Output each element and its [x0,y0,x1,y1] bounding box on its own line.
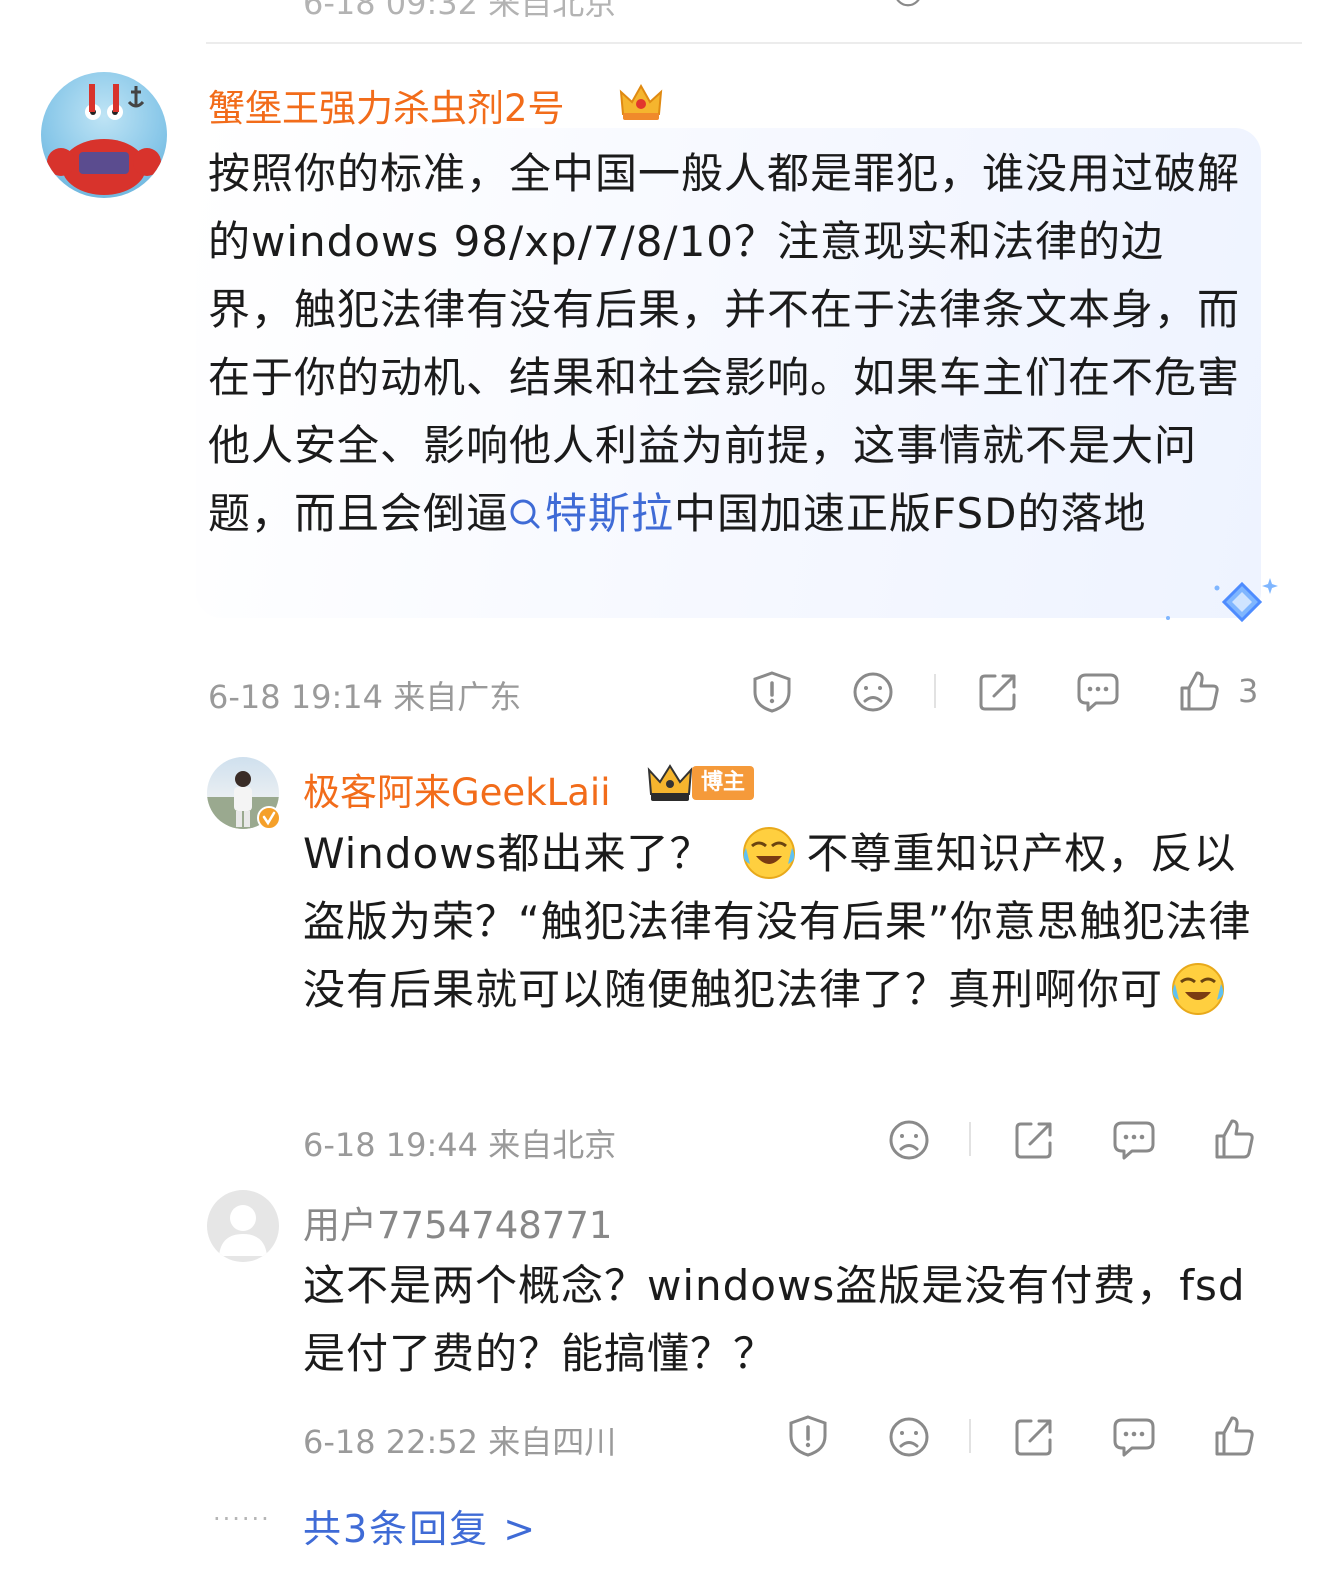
thread-dots: ······ [213,1505,271,1533]
separator [969,1419,971,1453]
reply-text: 这不是两个概念？windows盗版是没有付费，fsd是付了费的？能搞懂？？ [303,1252,1248,1388]
avatar[interactable] [207,1190,279,1262]
diamond-icon [1160,574,1278,634]
report-icon[interactable] [751,670,793,714]
like-icon[interactable] [1213,1117,1255,1161]
crown-icon [646,762,694,804]
reply-text-part: Windows都出来了？ [303,829,713,878]
dislike-icon[interactable] [852,671,894,713]
like-count: 3 [1238,672,1259,710]
divider [206,42,1302,44]
view-replies-link[interactable]: 共3条回复 > [303,1498,537,1553]
separator [969,1122,971,1156]
comment-text-part: 按照你的标准，全中国一般人都是罪犯，谁没用过破解的windows 98/xp/7… [208,149,1241,538]
share-icon[interactable] [1014,0,1054,12]
dislike-icon[interactable] [888,1119,930,1161]
previous-comment-meta: 6-18 09:32 来自北京 [303,0,617,22]
comment-text: 按照你的标准，全中国一般人都是罪犯，谁没用过破解的windows 98/xp/7… [208,140,1250,548]
like-icon[interactable] [1213,1414,1255,1458]
crown-icon[interactable] [618,80,664,122]
default-avatar-icon [219,1205,267,1256]
comment-meta: 6-18 19:14 来自广东 [208,678,522,716]
dislike-icon[interactable] [888,0,928,12]
reply-meta: 6-18 19:44 来自北京 [303,1126,617,1164]
comment-icon[interactable] [1113,0,1155,12]
share-icon[interactable] [1013,1119,1055,1161]
reply-meta: 6-18 22:52 来自四川 [303,1423,617,1461]
comment-icon[interactable] [1076,671,1120,713]
username[interactable]: 蟹堡王强力杀虫剂2号 [208,78,565,132]
avatar[interactable] [41,72,167,198]
laugh-cry-emoji [1171,962,1225,1016]
laugh-cry-emoji [742,826,796,880]
topic-link[interactable]: 特斯拉 [509,489,674,538]
dislike-icon[interactable] [888,1416,930,1458]
share-icon[interactable] [977,671,1019,713]
topic-link-label: 特斯拉 [545,489,675,538]
comment-icon[interactable] [1112,1416,1156,1458]
like-icon[interactable] [1178,669,1220,713]
comment-icon[interactable] [1112,1119,1156,1161]
reply-text-part: 这不是两个概念？windows盗版是没有付费，fsd是付了费的？能搞懂？？ [303,1261,1246,1378]
separator [934,674,936,708]
username[interactable]: 极客阿来GeekLaii [303,762,610,816]
search-icon [509,497,541,531]
crab-character-image [47,84,161,195]
share-icon[interactable] [1013,1416,1055,1458]
report-icon[interactable] [787,1414,829,1458]
username[interactable]: 用户7754748771 [303,1195,612,1249]
reply-text: Windows都出来了？ 不尊重知识产权，反以盗版为荣？“触犯法律有没有后果”你意… [303,820,1263,1024]
blogger-badge: 博主 [692,766,754,800]
like-icon[interactable] [1213,0,1253,12]
verified-icon [257,806,281,830]
comment-text-part: 中国加速正版FSD的落地 [674,489,1147,538]
previous-comment-actions: 6-18 09:32 来自北京 [0,0,1320,22]
